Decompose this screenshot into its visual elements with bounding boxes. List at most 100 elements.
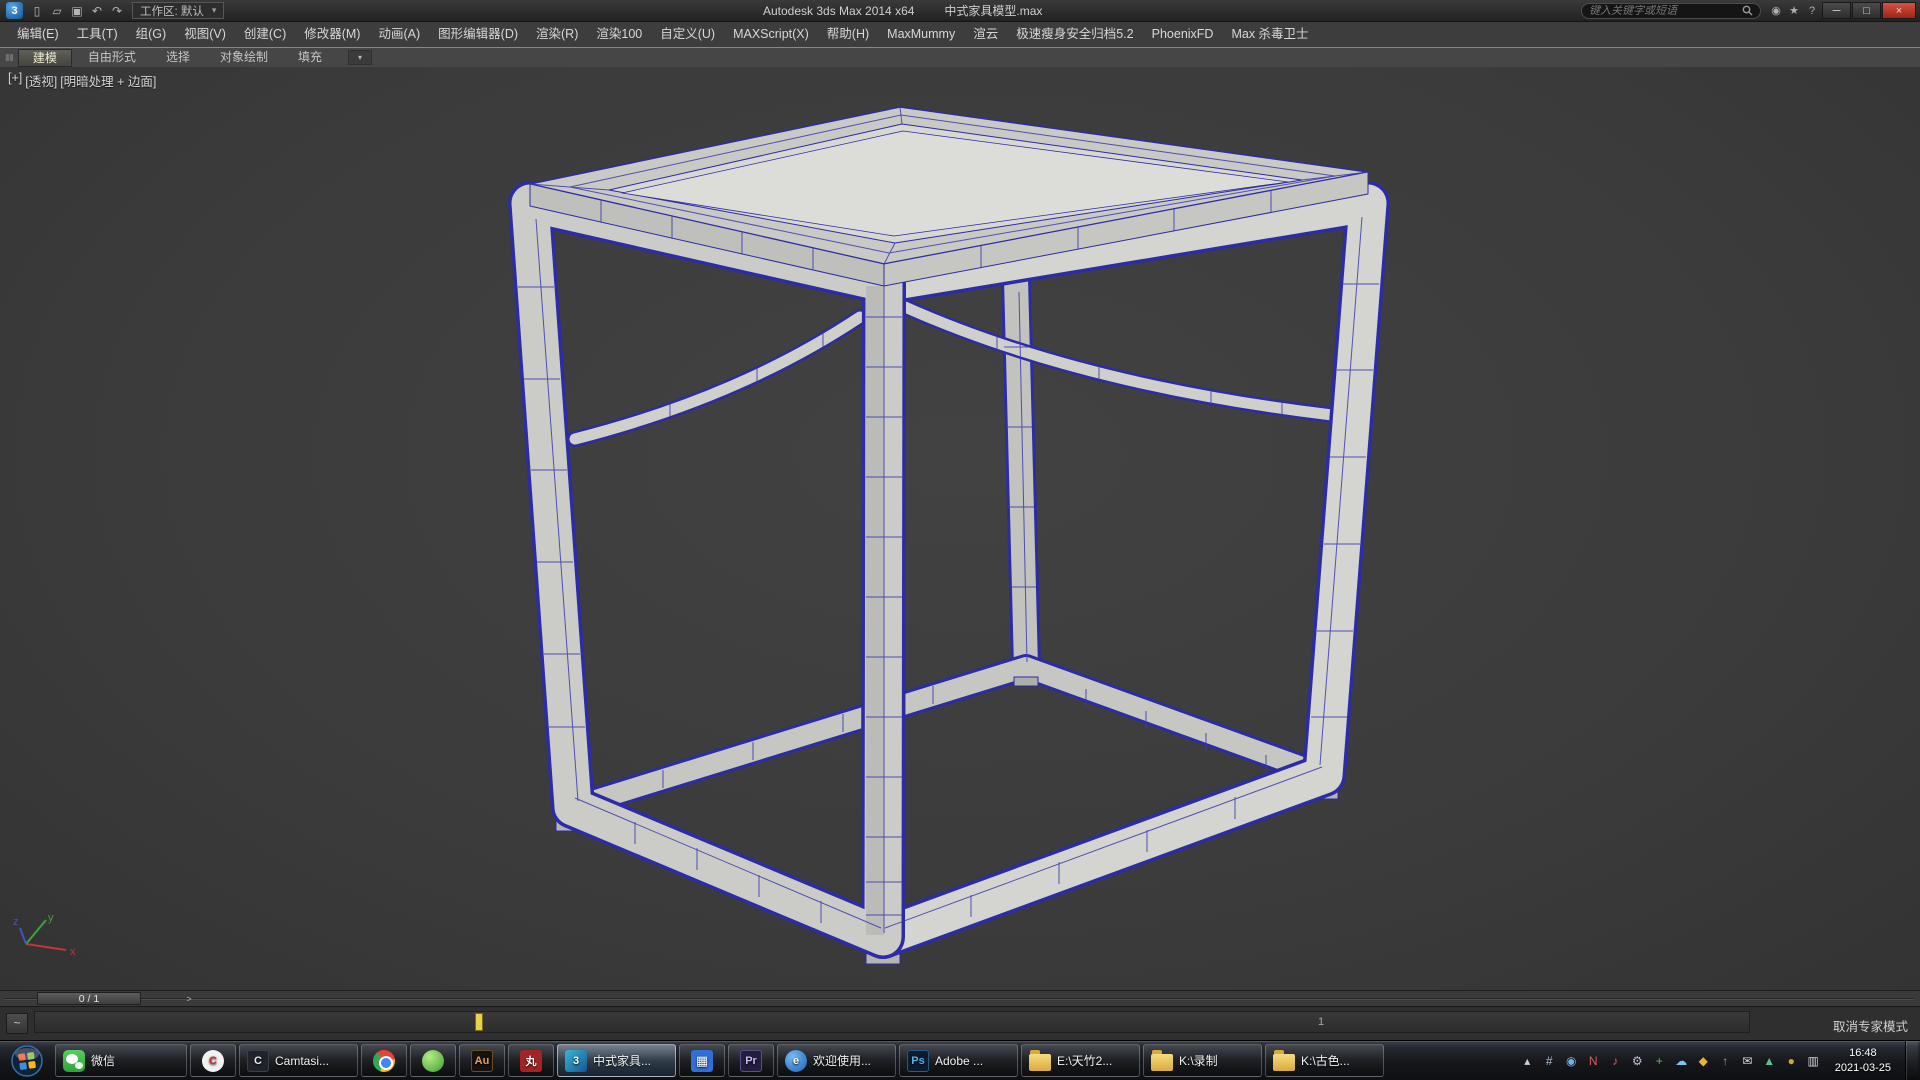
maximize-button[interactable]: □ — [1852, 2, 1881, 19]
new-file-icon[interactable]: ▯ — [27, 2, 47, 20]
minimize-button[interactable]: ─ — [1822, 2, 1851, 19]
tray-icon[interactable]: ⚙ — [1630, 1054, 1645, 1068]
audition-icon: Au — [471, 1050, 493, 1072]
menu-item[interactable]: 动画(A) — [369, 22, 429, 47]
search-input[interactable] — [1589, 5, 1737, 17]
ribbon-tab-4[interactable]: 填充 — [284, 49, 336, 67]
track-bar: ~ 1 取消专家模式 — [0, 1006, 1920, 1040]
taskbar-button-folder-k-guse[interactable]: K:\古色... — [1265, 1044, 1384, 1077]
taskbar-button-3dsmax[interactable]: 3 中式家具... — [557, 1044, 676, 1077]
wan-app-icon: 丸 — [520, 1050, 542, 1072]
menu-item[interactable]: 编辑(E) — [8, 22, 68, 47]
ribbon-tab-3[interactable]: 对象绘制 — [206, 49, 282, 67]
camtasia-recorder-icon: C — [202, 1050, 224, 1072]
menu-item[interactable]: 渲染(R) — [527, 22, 587, 47]
taskbar-button-photoshop[interactable]: Ps Adobe ... — [899, 1044, 1018, 1077]
tray-icon[interactable]: + — [1652, 1054, 1667, 1068]
mini-curve-editor-button[interactable]: ~ — [6, 1013, 28, 1034]
taskbar-button-folder-e[interactable]: E:\天竹2... — [1021, 1044, 1140, 1077]
open-file-icon[interactable]: ▱ — [47, 2, 67, 20]
taskbar-button-label: E:\天竹2... — [1057, 1052, 1112, 1069]
taskbar-button-camtasia-recorder[interactable]: C — [190, 1044, 236, 1077]
chevron-down-icon: ▾ — [212, 5, 217, 16]
ribbon-grip-handle[interactable]: ▮▮ — [5, 52, 13, 63]
taskbar-button-camtasia[interactable]: C Camtasi... — [239, 1044, 358, 1077]
taskbar-button-wan[interactable]: 丸 — [508, 1044, 554, 1077]
tray-icon[interactable]: ◆ — [1696, 1054, 1711, 1068]
time-slider-track[interactable]: 0 / 1 > — [0, 990, 1920, 1006]
viewport-menu-shading[interactable]: [明暗处理 + 边面] — [60, 71, 156, 90]
viewport-menu-plus[interactable]: [+] — [8, 71, 22, 90]
taskbar-button-360-browser[interactable] — [410, 1044, 456, 1077]
time-slider-handle[interactable]: 0 / 1 — [37, 992, 141, 1005]
communication-center-icon[interactable]: ◉ — [1767, 3, 1785, 19]
next-frame-arrow[interactable]: > — [182, 994, 196, 1004]
axis-z-label: z — [13, 916, 19, 928]
taskbar-button-label: 微信 — [91, 1052, 115, 1069]
taskbar-button-label: 欢迎使用... — [813, 1052, 871, 1069]
taskbar-button-audition[interactable]: Au — [459, 1044, 505, 1077]
viewport-3d-model[interactable] — [0, 67, 1920, 990]
tray-icon[interactable]: ▲ — [1762, 1054, 1777, 1068]
menu-item[interactable]: 渲云 — [964, 22, 1007, 47]
menu-item[interactable]: 修改器(M) — [295, 22, 369, 47]
ribbon-collapse-button[interactable]: ▾ — [348, 50, 372, 65]
menu-item[interactable]: MaxMummy — [878, 22, 964, 47]
tray-icon[interactable]: ● — [1784, 1054, 1799, 1068]
tray-icon[interactable]: N — [1586, 1054, 1601, 1068]
tray-icon[interactable]: ☁ — [1674, 1054, 1689, 1068]
tray-icon[interactable]: ↑ — [1718, 1054, 1733, 1068]
close-button[interactable]: × — [1882, 2, 1916, 19]
taskbar-button-chrome[interactable] — [361, 1044, 407, 1077]
help-icon[interactable]: ? — [1803, 3, 1821, 19]
3dsmax-logo-icon[interactable]: 3 — [6, 2, 23, 19]
tray-icon[interactable]: # — [1542, 1054, 1557, 1068]
tray-icon[interactable]: ▥ — [1806, 1054, 1821, 1068]
taskbar-clock[interactable]: 16:48 2021-03-25 — [1835, 1046, 1891, 1075]
taskbar-button-folder-k-record[interactable]: K:\录制 — [1143, 1044, 1262, 1077]
menu-item[interactable]: 组(G) — [127, 22, 176, 47]
tray-icon[interactable]: ♪ — [1608, 1054, 1623, 1068]
menu-item[interactable]: 工具(T) — [68, 22, 127, 47]
taskbar-button-label: K:\录制 — [1179, 1052, 1218, 1069]
taskbar-button-wechat[interactable]: 微信 — [55, 1044, 187, 1077]
menu-item[interactable]: 图形编辑器(D) — [429, 22, 527, 47]
menu-item[interactable]: 极速瘦身安全归档5.2 — [1007, 22, 1142, 47]
start-button[interactable] — [2, 1041, 52, 1080]
favorites-star-icon[interactable]: ★ — [1785, 3, 1803, 19]
redo-icon[interactable]: ↷ — [107, 2, 127, 20]
track-bar-strip[interactable] — [34, 1011, 1750, 1033]
menu-item[interactable]: MAXScript(X) — [724, 22, 818, 47]
save-file-icon[interactable]: ▣ — [67, 2, 87, 20]
folder-icon — [1273, 1054, 1295, 1071]
cancel-expert-mode-button[interactable]: 取消专家模式 — [1833, 1016, 1908, 1035]
taskbar-button-blue-app[interactable]: ▦ — [679, 1044, 725, 1077]
taskbar-button-premiere[interactable]: Pr — [728, 1044, 774, 1077]
menu-item[interactable]: 创建(C) — [235, 22, 295, 47]
time-slider-groove[interactable] — [4, 998, 1914, 1000]
menu-item[interactable]: PhoenixFD — [1143, 22, 1223, 47]
menu-item[interactable]: 视图(V) — [175, 22, 235, 47]
infocenter-search[interactable] — [1581, 3, 1761, 19]
viewport-menu-view[interactable]: [透视] — [25, 71, 57, 90]
ribbon-tab-0[interactable]: 建模 — [18, 49, 72, 67]
menu-item[interactable]: 帮助(H) — [818, 22, 878, 47]
menu-item[interactable]: 渲染100 — [587, 22, 651, 47]
workspace-dropdown[interactable]: 工作区: 默认 ▾ — [132, 2, 224, 19]
tray-icon[interactable]: ✉ — [1740, 1054, 1755, 1068]
menu-item[interactable]: 自定义(U) — [651, 22, 724, 47]
tray-chevron-icon[interactable]: ▴ — [1520, 1054, 1535, 1068]
search-icon[interactable] — [1742, 5, 1753, 16]
welcome-app-icon: e — [785, 1050, 807, 1072]
tray-icon[interactable]: ◉ — [1564, 1054, 1579, 1068]
taskbar-button-welcome[interactable]: e 欢迎使用... — [777, 1044, 896, 1077]
show-desktop-button[interactable] — [1905, 1041, 1918, 1080]
current-frame-marker[interactable] — [475, 1013, 483, 1031]
perspective-viewport[interactable]: [+] [透视] [明暗处理 + 边面] — [0, 67, 1920, 990]
ribbon-tab-2[interactable]: 选择 — [152, 49, 204, 67]
wechat-icon — [63, 1050, 85, 1072]
ribbon-tab-1[interactable]: 自由形式 — [74, 49, 150, 67]
undo-icon[interactable]: ↶ — [87, 2, 107, 20]
menubar-items: 编辑(E)工具(T)组(G)视图(V)创建(C)修改器(M)动画(A)图形编辑器… — [0, 22, 1920, 47]
menu-item[interactable]: Max 杀毒卫士 — [1222, 22, 1317, 47]
